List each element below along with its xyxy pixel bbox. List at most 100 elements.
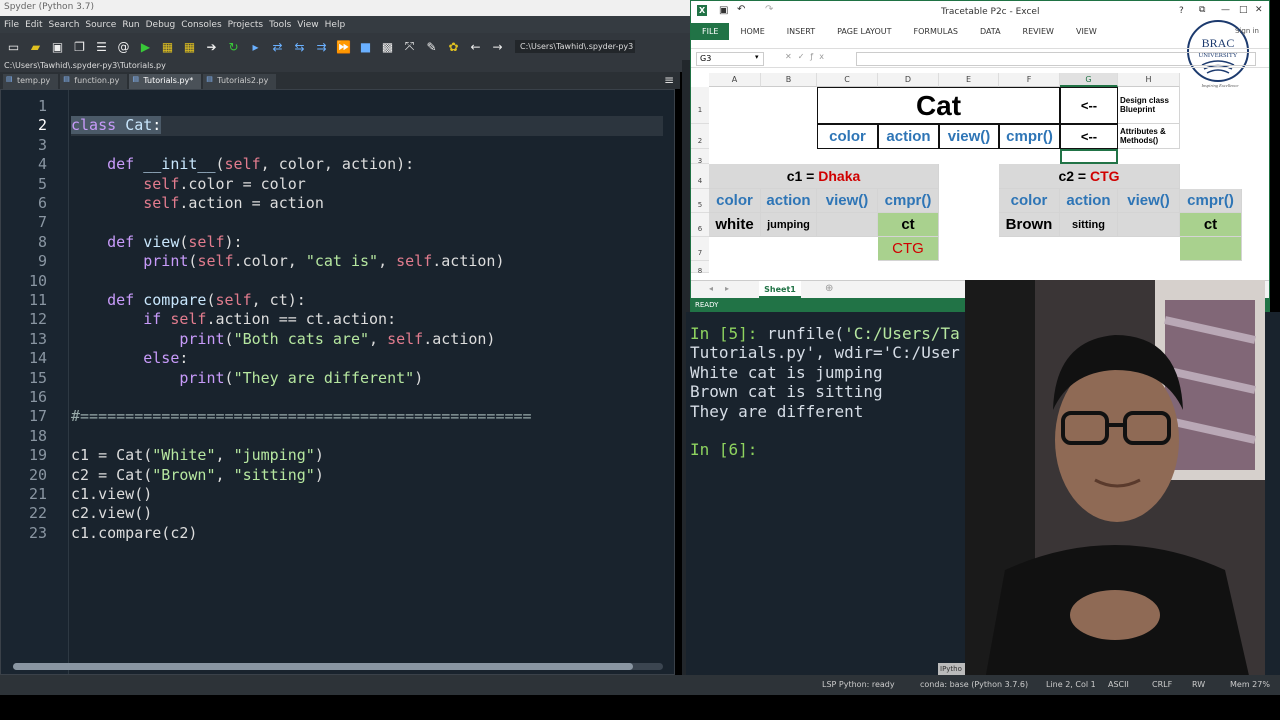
save-all-icon[interactable]: ❐ [71, 38, 88, 55]
menu-item-file[interactable]: File [4, 20, 19, 30]
code-line[interactable]: def __init__(self, color, action): [71, 155, 414, 174]
column-header-h[interactable]: H [1118, 73, 1180, 87]
add-sheet-icon[interactable]: ⊕ [825, 283, 833, 294]
run-cell-icon[interactable]: ▦ [159, 38, 176, 55]
code-line[interactable]: print("Both cats are", self.action) [71, 330, 495, 349]
ribbon-tab-page-layout[interactable]: PAGE LAYOUT [826, 27, 902, 36]
c2-sitting-cell[interactable]: sitting [1060, 213, 1118, 237]
row-header-5[interactable]: 5 [691, 189, 709, 213]
menu-item-run[interactable]: Run [122, 20, 139, 30]
c2-color-cell[interactable]: color [999, 189, 1060, 213]
formula-buttons[interactable]: ✕✓ƒx [785, 52, 830, 61]
c2-view-cell[interactable]: view() [1118, 189, 1180, 213]
c1-action-cell[interactable]: action [761, 189, 817, 213]
sign-in-link[interactable]: Sign in [1235, 27, 1259, 35]
help-icon[interactable]: ? [1179, 6, 1184, 16]
step-return-icon[interactable]: ⇉ [313, 38, 330, 55]
c2-brown-cell[interactable]: Brown [999, 213, 1060, 237]
save-icon[interactable]: ▣ [719, 5, 728, 16]
sheet-nav-right-icon[interactable]: ▸ [725, 284, 729, 293]
c1-ctg-cell[interactable]: CTG [878, 237, 939, 261]
menu-item-edit[interactable]: Edit [25, 20, 42, 30]
menu-item-debug[interactable]: Debug [146, 20, 176, 30]
code-line[interactable]: c1 = Cat("White", "jumping") [71, 446, 324, 465]
code-line[interactable]: self.action = action [71, 194, 324, 213]
run-selection-icon[interactable]: ➔ [203, 38, 220, 55]
cmpr-header-cell[interactable]: cmpr() [999, 124, 1060, 149]
column-header-d[interactable]: D [878, 73, 939, 87]
code-line[interactable]: c1.compare(c2) [71, 524, 197, 543]
ribbon-tab-home[interactable]: HOME [729, 27, 775, 36]
color-header-cell[interactable]: color [817, 124, 878, 149]
menu-item-help[interactable]: Help [325, 20, 346, 30]
c2-empty-green-cell[interactable] [1180, 237, 1242, 261]
menu-item-tools[interactable]: Tools [269, 20, 291, 30]
action-header-cell[interactable]: action [878, 124, 939, 149]
view-header-cell[interactable]: view() [939, 124, 999, 149]
redo-icon[interactable]: ↷ [765, 4, 773, 15]
tab-options-icon[interactable]: ≡ [664, 73, 674, 87]
run-cell-advance-icon[interactable]: ▦ [181, 38, 198, 55]
new-file-icon[interactable]: ▭ [5, 38, 22, 55]
name-box-dropdown-icon[interactable]: ▾ [755, 53, 759, 61]
arrow-cell-2[interactable]: <-- [1060, 124, 1118, 149]
row-header-1[interactable]: 1 [691, 87, 709, 124]
column-header-e[interactable]: E [939, 73, 999, 87]
c1-cmpr-cell[interactable]: cmpr() [878, 189, 939, 213]
preferences-wrench-icon[interactable]: ✎ [423, 38, 440, 55]
attributes-methods-cell[interactable]: Attributes & Methods() [1118, 124, 1180, 149]
row-header-4[interactable]: 4 [691, 164, 709, 189]
code-line[interactable]: #=======================================… [71, 407, 532, 426]
stop-icon[interactable]: ■ [357, 38, 374, 55]
design-blueprint-cell[interactable]: Design class Blueprint [1118, 87, 1180, 124]
code-line[interactable]: class Cat: [71, 116, 663, 136]
menu-item-projects[interactable]: Projects [228, 20, 263, 30]
code-line[interactable]: if self.action == ct.action: [71, 310, 396, 329]
column-header-b[interactable]: B [761, 73, 817, 87]
code-line[interactable]: def compare(self, ct): [71, 291, 306, 310]
ribbon-tab-insert[interactable]: INSERT [776, 27, 826, 36]
c1-heading-cell[interactable]: c1 = Dhaka [709, 164, 939, 189]
code-line[interactable]: c2.view() [71, 504, 152, 523]
formula-input[interactable] [856, 52, 1256, 66]
code-line[interactable]: self.color = color [71, 175, 306, 194]
c2-action-cell[interactable]: action [1060, 189, 1118, 213]
c2-ct-cell[interactable]: ct [1180, 213, 1242, 237]
code-editor[interactable]: 1 2 3 4 5 6 7 8 9 10 11 12 13 14 15 16 17 18 19 20 21 22 23 cl… [0, 89, 675, 675]
row-header-6[interactable]: 6 [691, 213, 709, 237]
column-header-g[interactable]: G [1060, 73, 1118, 87]
python-path-icon[interactable]: ✿ [445, 38, 462, 55]
menu-item-search[interactable]: Search [49, 20, 80, 30]
ribbon-tab-data[interactable]: DATA [969, 27, 1012, 36]
maximize-pane-icon[interactable]: ▩ [379, 38, 396, 55]
column-header-c[interactable]: C [817, 73, 878, 87]
editor-tab[interactable]: Tutorials2.py [203, 74, 277, 89]
step-icon[interactable]: ⇄ [269, 38, 286, 55]
column-header-a[interactable]: A [709, 73, 761, 87]
c1-ct-cell[interactable]: ct [878, 213, 939, 237]
c1-view-value-cell[interactable] [817, 213, 878, 237]
sheet-nav-left-icon[interactable]: ◂ [709, 284, 713, 293]
step-into-icon[interactable]: ⇆ [291, 38, 308, 55]
c2-cmpr-cell[interactable]: cmpr() [1180, 189, 1242, 213]
c1-white-cell[interactable]: white [709, 213, 761, 237]
ribbon-display-icon[interactable]: ⧉ [1199, 5, 1205, 15]
selected-cell-g3[interactable] [1060, 149, 1118, 164]
horizontal-scrollbar[interactable] [13, 663, 663, 670]
undo-icon[interactable]: ↶ [737, 4, 745, 15]
editor-tab[interactable]: temp.py [3, 74, 59, 89]
row-header-2[interactable]: 2 [691, 124, 709, 149]
debug-icon[interactable]: ▸ [247, 38, 264, 55]
c2-view-value-cell[interactable] [1118, 213, 1180, 237]
ribbon-tab-view[interactable]: VIEW [1065, 27, 1108, 36]
row-header-7[interactable]: 7 [691, 237, 709, 261]
cat-title-cell[interactable]: Cat [817, 87, 1060, 124]
close-icon[interactable]: ✕ [1255, 5, 1263, 15]
code-line[interactable]: else: [71, 349, 188, 368]
code-line[interactable]: print("They are different") [71, 369, 423, 388]
run-icon[interactable]: ▶ [137, 38, 154, 55]
arrow-cell-1[interactable]: <-- [1060, 87, 1118, 124]
c1-color-cell[interactable]: color [709, 189, 761, 213]
save-icon[interactable]: ▣ [49, 38, 66, 55]
spreadsheet-grid[interactable]: A B C D E F G H 1 2 3 4 5 6 7 8 Cat <-- Design class Bluep… [691, 73, 1259, 279]
